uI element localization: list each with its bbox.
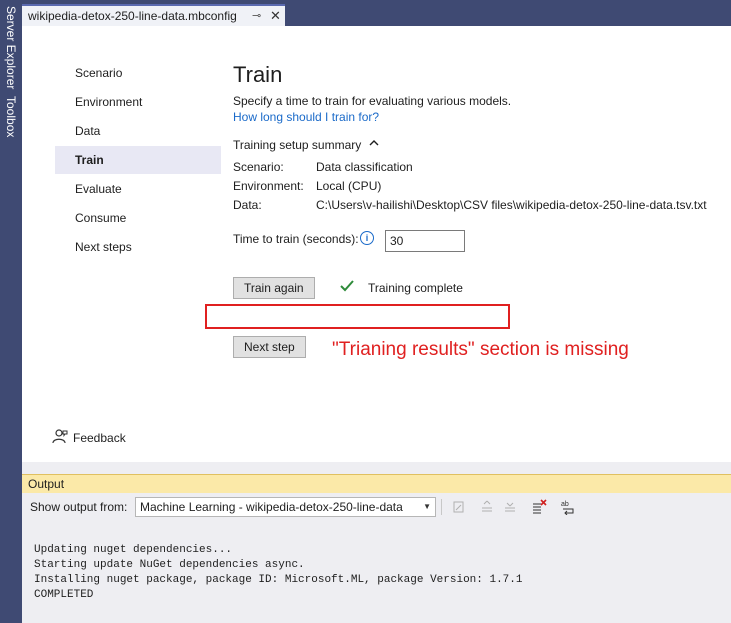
output-panel-header: Output (22, 474, 731, 493)
output-line: Starting update NuGet dependencies async… (34, 559, 305, 571)
chevron-down-icon: ▼ (423, 502, 431, 511)
document-tab-title: wikipedia-detox-250-line-data.mbconfig (28, 9, 237, 23)
nav-item-data[interactable]: Data (55, 117, 221, 145)
previous-message-icon[interactable] (479, 499, 495, 515)
next-message-icon[interactable] (502, 499, 518, 515)
server-explorer-tab[interactable]: Server Explorer (0, 6, 22, 89)
clear-all-icon[interactable] (531, 499, 547, 515)
time-to-train-input[interactable] (385, 230, 465, 252)
annotation-text: "Trianing results" section is missing (332, 339, 629, 360)
output-toolbar: Show output from: Machine Learning - wik… (22, 493, 731, 521)
summary-scenario-label: Scenario: (233, 160, 284, 174)
document-tab-strip: wikipedia-detox-250-line-data.mbconfig ⊸… (22, 0, 731, 26)
training-status-text: Training complete (368, 281, 463, 295)
nav-item-evaluate[interactable]: Evaluate (55, 175, 221, 203)
word-wrap-icon[interactable]: ab (560, 499, 576, 516)
svg-text:ab: ab (561, 501, 569, 508)
nav-item-environment[interactable]: Environment (55, 88, 221, 116)
summary-environment-value: Local (CPU) (316, 179, 382, 193)
side-tool-rail: Server Explorer Toolbox (0, 0, 22, 623)
output-line: Installing nuget package, package ID: Mi… (34, 574, 523, 586)
output-line: Updating nuget dependencies... (34, 544, 233, 556)
summary-environment-label: Environment: (233, 179, 304, 193)
show-output-from-label: Show output from: (30, 500, 128, 514)
output-log: Updating nuget dependencies... Starting … (22, 521, 731, 623)
info-icon[interactable]: i (360, 231, 374, 245)
output-source-dropdown[interactable]: Machine Learning - wikipedia-detox-250-l… (135, 497, 436, 517)
missing-section-highlight (205, 304, 510, 329)
nav-item-train[interactable]: Train (55, 146, 221, 174)
output-source-value: Machine Learning - wikipedia-detox-250-l… (140, 500, 403, 514)
nav-item-scenario[interactable]: Scenario (55, 59, 221, 87)
checkmark-icon (339, 279, 355, 296)
feedback-icon[interactable] (52, 428, 68, 447)
output-line: COMPLETED (34, 589, 94, 601)
model-builder-editor: Scenario Environment Data Train Evaluate… (22, 26, 731, 462)
train-again-button[interactable]: Train again (233, 277, 315, 299)
document-tab[interactable]: wikipedia-detox-250-line-data.mbconfig ⊸… (22, 4, 285, 26)
page-description: Specify a time to train for evaluating v… (233, 94, 512, 108)
chevron-up-icon[interactable] (369, 139, 379, 150)
train-duration-help-link[interactable]: How long should I train for? (233, 110, 379, 124)
feedback-link[interactable]: Feedback (73, 431, 126, 445)
summary-data-label: Data: (233, 198, 262, 212)
page-title: Train (233, 62, 283, 87)
next-step-button[interactable]: Next step (233, 336, 306, 358)
close-icon[interactable]: ✕ (270, 8, 281, 24)
pin-icon[interactable]: ⊸ (252, 9, 261, 22)
nav-item-next-steps[interactable]: Next steps (55, 233, 221, 261)
summary-toggle[interactable]: Training setup summary (233, 138, 361, 152)
summary-scenario-value: Data classification (316, 160, 413, 174)
summary-data-value: C:\Users\v-hailishi\Desktop\CSV files\wi… (316, 198, 707, 212)
toolbar-separator (441, 499, 442, 515)
nav-item-consume[interactable]: Consume (55, 204, 221, 232)
toolbox-tab[interactable]: Toolbox (0, 96, 22, 137)
go-to-source-icon[interactable] (451, 499, 467, 515)
time-to-train-label: Time to train (seconds): (233, 232, 359, 246)
